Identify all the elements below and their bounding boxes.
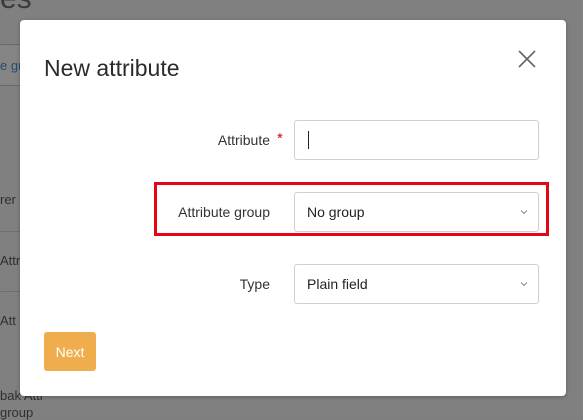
type-select[interactable]: Plain field <box>294 264 539 304</box>
new-attribute-modal: New attribute Attribute * Attribute grou… <box>20 20 566 396</box>
background-divider <box>0 231 20 232</box>
background-divider <box>0 291 20 292</box>
background-heading: es <box>0 0 32 16</box>
background-text-5: group <box>0 405 34 420</box>
text-caret <box>308 131 309 149</box>
chevron-down-icon <box>520 280 528 288</box>
modal-title: New attribute <box>44 55 180 81</box>
highlight-annotation <box>154 182 549 236</box>
type-row: Type Plain field <box>20 264 566 304</box>
close-icon[interactable] <box>515 47 539 71</box>
type-value: Plain field <box>307 276 368 292</box>
required-marker: * <box>277 130 283 147</box>
attribute-label: Attribute <box>217 132 270 148</box>
background-text-1: rer <box>0 192 16 207</box>
next-button[interactable]: Next <box>44 332 96 371</box>
background-text-2: Attr <box>0 253 21 268</box>
type-label: Type <box>239 276 270 292</box>
attribute-row: Attribute * <box>20 120 566 160</box>
background-text-3: Att <box>0 313 16 328</box>
attribute-input[interactable] <box>294 120 539 160</box>
